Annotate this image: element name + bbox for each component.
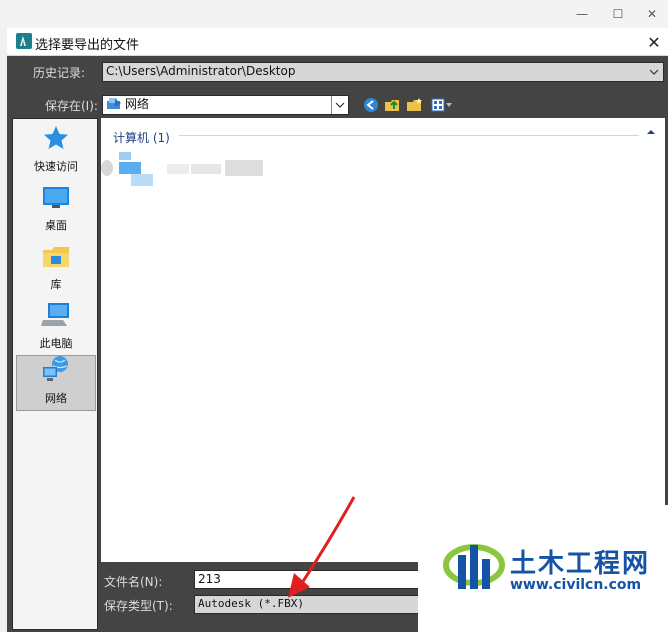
- chevron-down-icon[interactable]: [647, 63, 661, 81]
- sidebar-item-this-pc[interactable]: 此电脑: [16, 299, 96, 355]
- outer-window-titlebar: — ☐ ✕: [0, 0, 668, 28]
- watermark-url: www.civilcn.com: [510, 577, 642, 593]
- file-list[interactable]: 计算机 (1): [101, 118, 665, 562]
- blurred-icon: [101, 160, 113, 176]
- blurred-name: [225, 160, 263, 176]
- list-item[interactable]: [101, 148, 271, 190]
- blurred-icon: [131, 174, 153, 186]
- blurred-name: [191, 164, 221, 174]
- sidebar-item-library[interactable]: 库: [16, 240, 96, 296]
- blurred-name: [167, 164, 189, 174]
- sidebar-item-label: 快速访问: [34, 160, 78, 173]
- dialog-close-button[interactable]: ✕: [641, 28, 667, 56]
- group-divider: [179, 135, 639, 136]
- history-value: C:\Users\Administrator\Desktop: [106, 64, 296, 78]
- group-header-computer[interactable]: 计算机 (1): [113, 129, 170, 146]
- red-arrow-annotation: [288, 496, 356, 598]
- sidebar-item-label: 桌面: [45, 219, 67, 232]
- network-folder-icon: [106, 97, 122, 114]
- filetype-label: 保存类型(T):: [104, 599, 173, 613]
- sidebar-item-label: 此电脑: [39, 337, 73, 350]
- sidebar-item-desktop[interactable]: 桌面: [16, 181, 96, 237]
- up-folder-icon[interactable]: [384, 96, 402, 114]
- blurred-icon: [119, 152, 131, 160]
- save-in-label: 保存在(I):: [45, 99, 98, 113]
- chevron-up-icon[interactable]: [646, 128, 658, 140]
- star-icon: [43, 125, 69, 154]
- watermark-title: 土木工程网: [510, 549, 651, 579]
- minimize-button[interactable]: —: [562, 0, 602, 28]
- sidebar-item-quick-access[interactable]: 快速访问: [16, 122, 96, 178]
- watermark: 土木工程网 www.civilcn.com: [418, 505, 668, 632]
- window-close-button[interactable]: ✕: [632, 0, 668, 28]
- save-in-dropdown[interactable]: 网络: [102, 95, 349, 115]
- dialog-titlebar: 选择要导出的文件 ✕: [7, 28, 668, 56]
- sidebar-item-label: 库: [50, 278, 62, 291]
- dialog-title: 选择要导出的文件: [35, 38, 140, 53]
- blurred-icon: [119, 162, 141, 174]
- network-icon: [41, 355, 71, 386]
- library-icon: [42, 245, 70, 272]
- watermark-logo-icon: [443, 544, 505, 589]
- new-folder-icon[interactable]: [406, 96, 424, 114]
- sidebar-item-label: 网络: [45, 392, 67, 405]
- desktop-icon: [42, 186, 70, 213]
- chevron-down-icon[interactable]: [331, 96, 348, 114]
- history-dropdown[interactable]: C:\Users\Administrator\Desktop: [102, 62, 664, 82]
- history-label: 历史记录:: [33, 66, 86, 80]
- save-in-value: 网络: [125, 97, 150, 111]
- computer-icon: [41, 302, 71, 331]
- filename-label: 文件名(N):: [104, 575, 163, 589]
- app-logo-icon: [16, 33, 32, 49]
- places-sidebar: 快速访问 桌面 库 此电脑 网络: [12, 118, 98, 630]
- back-icon[interactable]: [362, 96, 380, 114]
- view-menu-icon[interactable]: [430, 96, 454, 114]
- sidebar-item-network[interactable]: 网络: [16, 355, 96, 411]
